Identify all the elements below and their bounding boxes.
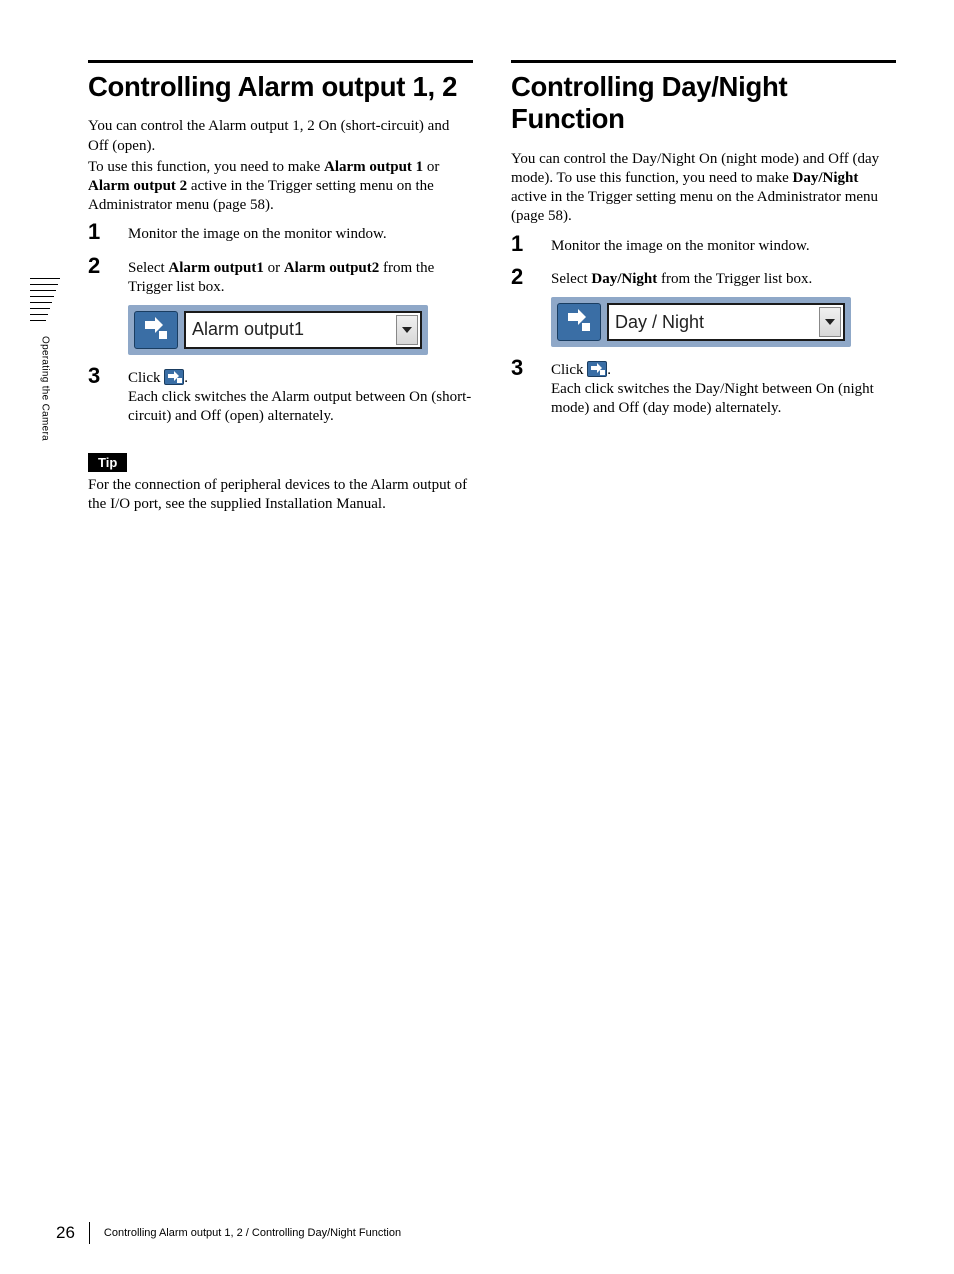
dropdown-figure-alarm: Alarm output1 <box>128 305 428 355</box>
sidebar-decoration: Operating the Camera <box>30 278 60 441</box>
step-1: Monitor the image on the monitor window. <box>88 225 473 244</box>
select-value: Alarm output1 <box>192 319 304 340</box>
page-number: 26 <box>56 1223 75 1243</box>
intro-bold: Alarm output 2 <box>88 178 187 194</box>
tip-label: Tip <box>88 453 127 472</box>
step-text: Click <box>551 362 587 378</box>
trigger-icon <box>557 303 601 341</box>
step-text: Each click switches the Alarm output bet… <box>128 388 473 426</box>
trigger-select[interactable]: Day / Night <box>607 303 845 341</box>
trigger-select[interactable]: Alarm output1 <box>184 311 422 349</box>
select-value: Day / Night <box>615 312 704 333</box>
step-bold: Alarm output2 <box>284 260 379 276</box>
step-3: Click . Each click switches the Alarm ou… <box>88 369 473 427</box>
sidebar-lines-icon <box>30 278 60 326</box>
trigger-icon <box>164 369 184 385</box>
section-rule <box>88 60 473 63</box>
intro-bold: Day/Night <box>793 170 859 186</box>
intro-text: To use this function, you need to make <box>88 159 324 175</box>
step-text: Select <box>128 260 168 276</box>
trigger-icon <box>134 311 178 349</box>
intro-paragraph-alarm: You can control the Alarm output 1, 2 On… <box>88 117 473 215</box>
section-title-daynight: Controlling Day/Night Function <box>511 71 896 136</box>
step-text: . <box>607 362 611 378</box>
tip-body: For the connection of peripheral devices… <box>88 476 473 514</box>
trigger-icon <box>587 361 607 377</box>
steps-list-daynight: Monitor the image on the monitor window.… <box>511 237 896 419</box>
step-1: Monitor the image on the monitor window. <box>511 237 896 256</box>
right-column: Controlling Day/Night Function You can c… <box>511 60 896 516</box>
page-footer: 26 Controlling Alarm output 1, 2 / Contr… <box>56 1222 401 1244</box>
footer-divider <box>89 1222 90 1244</box>
step-text: Click <box>128 370 164 386</box>
step-text: from the Trigger list box. <box>657 271 812 287</box>
intro-bold: Alarm output 1 <box>324 159 423 175</box>
step-3: Click . Each click switches the Day/Nigh… <box>511 361 896 419</box>
step-text: Monitor the image on the monitor window. <box>128 225 473 244</box>
step-bold: Day/Night <box>591 271 657 287</box>
left-column: Controlling Alarm output 1, 2 You can co… <box>88 60 473 516</box>
sidebar-section-label: Operating the Camera <box>40 336 51 441</box>
step-text: Monitor the image on the monitor window. <box>551 237 896 256</box>
step-2: Select Day/Night from the Trigger list b… <box>511 270 896 347</box>
footer-text: Controlling Alarm output 1, 2 / Controll… <box>104 1227 401 1239</box>
section-rule <box>511 60 896 63</box>
intro-text: active in the Trigger setting menu on th… <box>511 189 878 224</box>
step-bold: Alarm output1 <box>168 260 263 276</box>
intro-text: You can control the Alarm output 1, 2 On… <box>88 118 449 153</box>
chevron-down-icon[interactable] <box>396 315 418 345</box>
step-text: Select <box>551 271 591 287</box>
intro-text: or <box>423 159 439 175</box>
step-2: Select Alarm output1 or Alarm output2 fr… <box>88 259 473 355</box>
steps-list-alarm: Monitor the image on the monitor window.… <box>88 225 473 426</box>
section-title-alarm: Controlling Alarm output 1, 2 <box>88 71 473 103</box>
step-text: Each click switches the Day/Night betwee… <box>551 380 896 418</box>
intro-paragraph-daynight: You can control the Day/Night On (night … <box>511 150 896 227</box>
chevron-down-icon[interactable] <box>819 307 841 337</box>
step-text: . <box>184 370 188 386</box>
step-text: or <box>264 260 284 276</box>
dropdown-figure-daynight: Day / Night <box>551 297 851 347</box>
